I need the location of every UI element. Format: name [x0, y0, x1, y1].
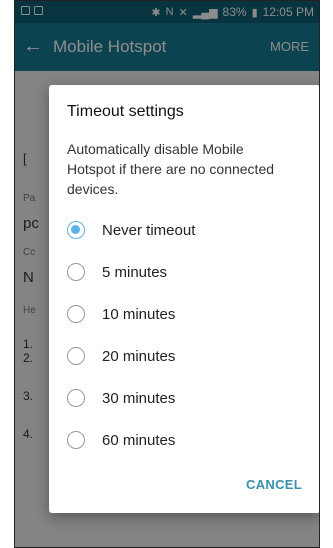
radio-icon[interactable]	[67, 305, 85, 323]
radio-icon[interactable]	[67, 431, 85, 449]
option-label: 20 minutes	[102, 347, 176, 365]
phone-screen: ✱ N ✕ ▂▄▆ 83% ▮ 12:05 PM ← Mobile Hotspo…	[14, 0, 320, 548]
radio-selected-icon[interactable]	[67, 221, 85, 239]
option-never-timeout[interactable]: Never timeout	[67, 215, 195, 245]
option-10-minutes[interactable]: 10 minutes	[67, 299, 175, 329]
option-label: 5 minutes	[102, 263, 168, 281]
cancel-button[interactable]: CANCEL	[246, 477, 302, 492]
dialog-description: Automatically disable Mobile Hotspot if …	[67, 141, 275, 197]
option-label: 10 minutes	[102, 305, 176, 323]
option-label: 30 minutes	[102, 389, 176, 407]
option-30-minutes[interactable]: 30 minutes	[67, 383, 175, 413]
option-label: Never timeout	[102, 221, 196, 239]
radio-icon[interactable]	[67, 347, 85, 365]
dialog-title: Timeout settings	[67, 103, 184, 120]
option-20-minutes[interactable]: 20 minutes	[67, 341, 175, 371]
option-label: 60 minutes	[102, 431, 176, 449]
timeout-dialog: Timeout settings Automatically disable M…	[49, 85, 319, 513]
radio-icon[interactable]	[67, 263, 85, 281]
option-5-minutes[interactable]: 5 minutes	[67, 257, 167, 287]
option-60-minutes[interactable]: 60 minutes	[67, 425, 175, 455]
radio-icon[interactable]	[67, 389, 85, 407]
